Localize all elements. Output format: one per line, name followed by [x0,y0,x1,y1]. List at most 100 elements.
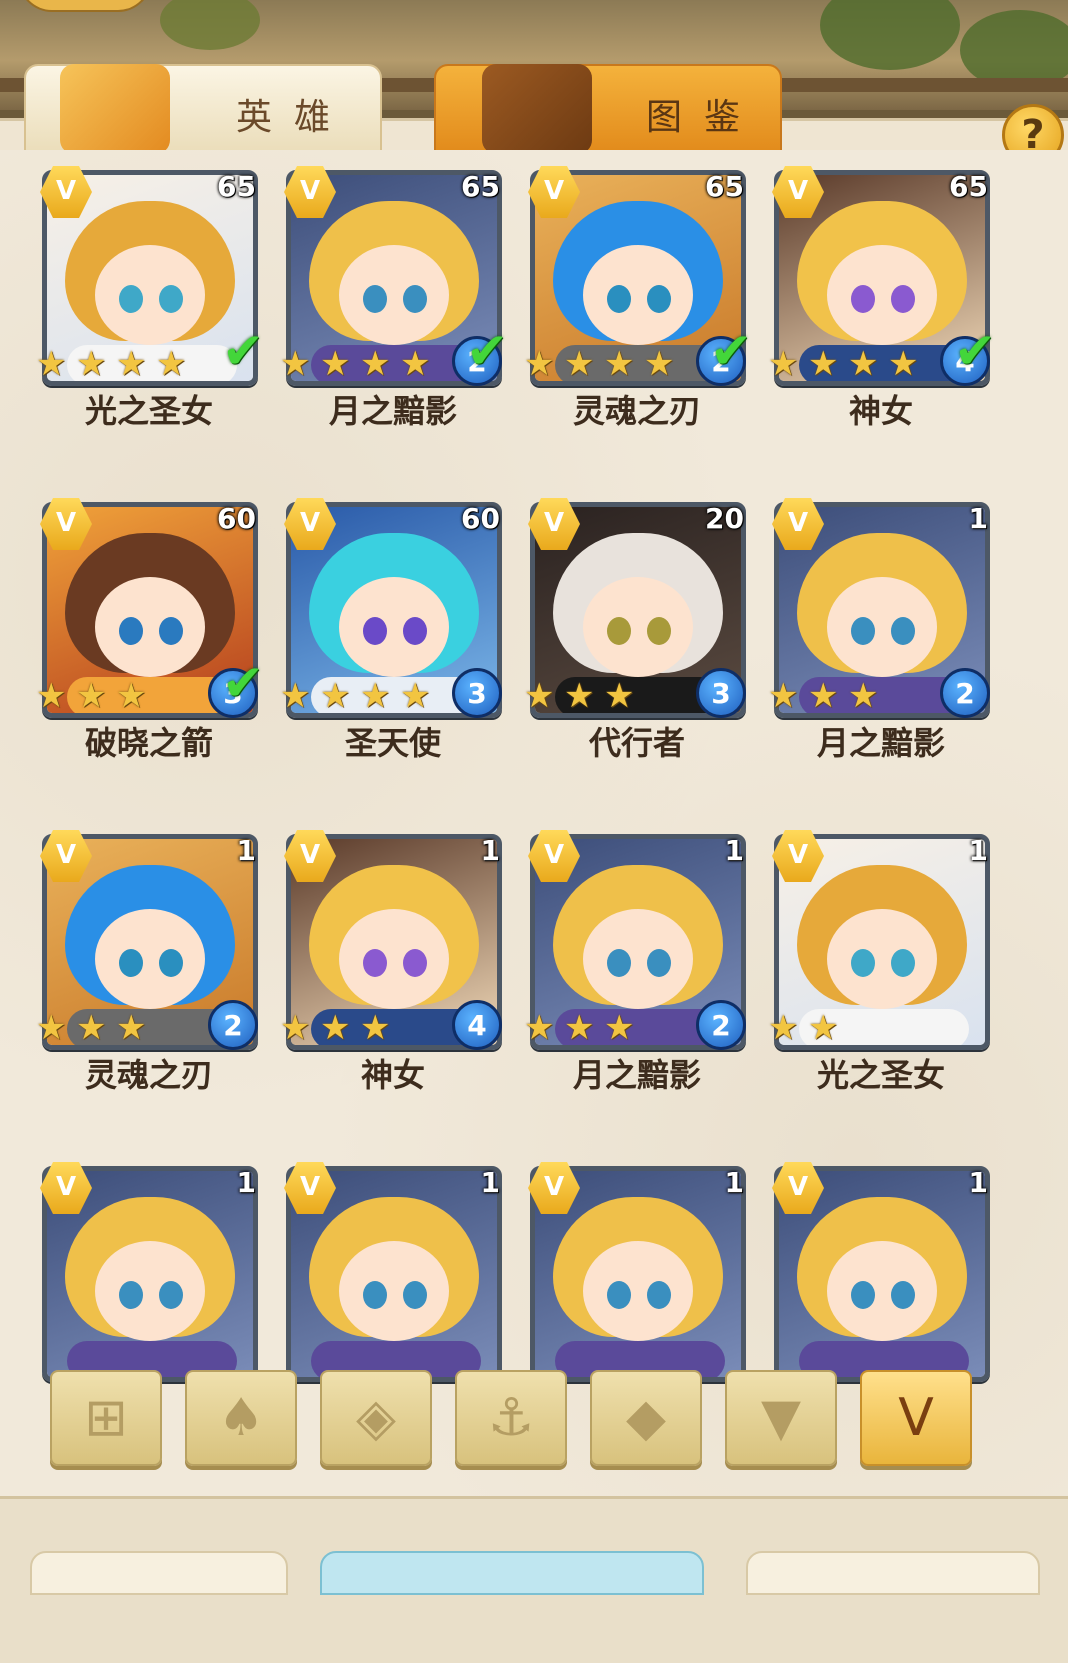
star-icon: ★ [360,1008,391,1048]
portrait-face [827,245,937,345]
hero-name: 破晓之箭 [84,724,213,762]
hero-card[interactable]: V 1 ★ ★ ★ 2 灵魂之刃 [34,814,264,1134]
hero-level: 65 [217,170,256,203]
star-icon: ★ [280,344,311,384]
portrait-eye [119,617,143,645]
star-rating: ★ ★ ★ [524,1010,644,1046]
portrait-eye [363,285,387,313]
star-icon: ★ [320,1008,351,1048]
star-icon: ★ [280,1008,311,1048]
star-rating: ★ ★ ★ ★ [280,678,440,714]
star-icon: ★ [76,1008,107,1048]
filter-button[interactable]: ♠ [185,1370,297,1466]
bottom-tab-right[interactable] [746,1551,1040,1595]
hero-card[interactable]: V 60 ★ ★ ★ 3 ✔ 破晓之箭 [34,482,264,802]
portrait-face [827,577,937,677]
hero-card[interactable]: V1 [766,1146,996,1400]
portrait-eye [159,1281,183,1309]
star-icon: ★ [564,676,595,716]
hero-card[interactable]: V1 [34,1146,264,1400]
hero-card[interactable]: V 65 ★ ★ ★ ★ 2 ✔ 灵魂之刃 [522,150,752,470]
bottom-tab-left[interactable] [30,1551,288,1595]
filter-button[interactable]: ◈ [320,1370,432,1466]
star-rating: ★ ★ ★ [524,678,644,714]
checkmark-icon: ✔ [466,322,508,380]
tab-codex[interactable]: 图鉴 [434,64,782,158]
tab-heroes[interactable]: 英雄 [24,64,382,158]
leaf-decoration [820,0,960,70]
hero-level: 1 [236,1166,256,1199]
hero-name: 光之圣女 [816,1056,945,1094]
star-icon: ★ [76,676,107,716]
portrait-eye [891,949,915,977]
star-icon: ★ [808,676,839,716]
hero-level: 65 [705,170,744,203]
leaf-decoration [160,0,260,50]
filter-button[interactable]: V [860,1370,972,1466]
flame-icon: ♠ [217,1388,265,1448]
hero-card[interactable]: V 1 ★ ★ ★ 4 神女 [278,814,508,1134]
tab-codex-label: 图鉴 [646,97,763,138]
filter-bar: ⊞ ♠ ◈ ⚓ ◆ ▼ V [50,1370,980,1470]
hero-level: 1 [480,834,500,867]
portrait-eye [891,285,915,313]
bottom-tab-center[interactable] [320,1551,704,1595]
hero-card[interactable]: V 1 ★ ★ ★ 2 月之黯影 [522,814,752,1134]
star-icon: ★ [604,676,635,716]
portrait-eye [607,617,631,645]
checkmark-icon: ✔ [710,322,752,380]
portrait-eye [159,285,183,313]
hero-level: 20 [705,502,744,535]
hero-card[interactable]: V1 [522,1146,752,1400]
star-rating: ★ ★ ★ ★ [36,346,196,382]
star-icon: ★ [76,344,107,384]
hero-name: 月之黯影 [816,724,945,762]
portrait-eye [891,1281,915,1309]
hero-card[interactable]: V 65 ★ ★ ★ ★ 2 ✔ 月之黯影 [278,150,508,470]
grade-gem: 2 [940,668,990,718]
portrait-eye [647,285,671,313]
portrait-eye [159,617,183,645]
portrait-face [95,577,205,677]
star-icon: ★ [280,676,311,716]
star-icon: ★ [360,344,391,384]
checkmark-icon: ✔ [222,322,264,380]
portrait-face [583,245,693,345]
filter-button[interactable]: ▼ [725,1370,837,1466]
star-icon: ★ [36,344,67,384]
portrait-face [827,909,937,1009]
star-icon: ★ [524,344,555,384]
portrait-face [95,1241,205,1341]
hero-name: 代行者 [588,724,685,762]
star-icon: ★ [768,1008,799,1048]
hero-level: 1 [968,502,988,535]
hero-card[interactable]: V 65 ★ ★ ★ ★ 4 ✔ 神女 [766,150,996,470]
portrait-eye [647,949,671,977]
hero-card[interactable]: V 1 ★ ★ ★ 2 月之黯影 [766,482,996,802]
hero-card[interactable]: V 65 ★ ★ ★ ★ ✔ 光之圣女 [34,150,264,470]
currency-badge[interactable] [18,0,152,12]
star-icon: ★ [604,1008,635,1048]
hero-level: 60 [217,502,256,535]
hero-card[interactable]: V 60 ★ ★ ★ ★ 3 圣天使 [278,482,508,802]
portrait-face [827,1241,937,1341]
hero-name: 灵魂之刃 [572,392,701,430]
hero-card[interactable]: V 1 ★ ★ 光之圣女 [766,814,996,1134]
bottom-strip [0,1496,1068,1663]
star-rating: ★ ★ ★ [36,1010,156,1046]
portrait-eye [119,285,143,313]
grade-gem: 4 [452,1000,502,1050]
hero-card[interactable]: V1 [278,1146,508,1400]
grade-gem: 2 [208,1000,258,1050]
filter-button[interactable]: ⚓ [455,1370,567,1466]
fox-icon: ▼ [761,1388,801,1448]
hero-name: 神女 [848,392,913,430]
hero-level: 1 [968,834,988,867]
portrait-eye [363,1281,387,1309]
portrait-face [583,1241,693,1341]
hero-card[interactable]: V 20 ★ ★ ★ 3 代行者 [522,482,752,802]
filter-button[interactable]: ⊞ [50,1370,162,1466]
star-icon: ★ [116,1008,147,1048]
filter-button[interactable]: ◆ [590,1370,702,1466]
checkmark-icon: ✔ [954,322,996,380]
